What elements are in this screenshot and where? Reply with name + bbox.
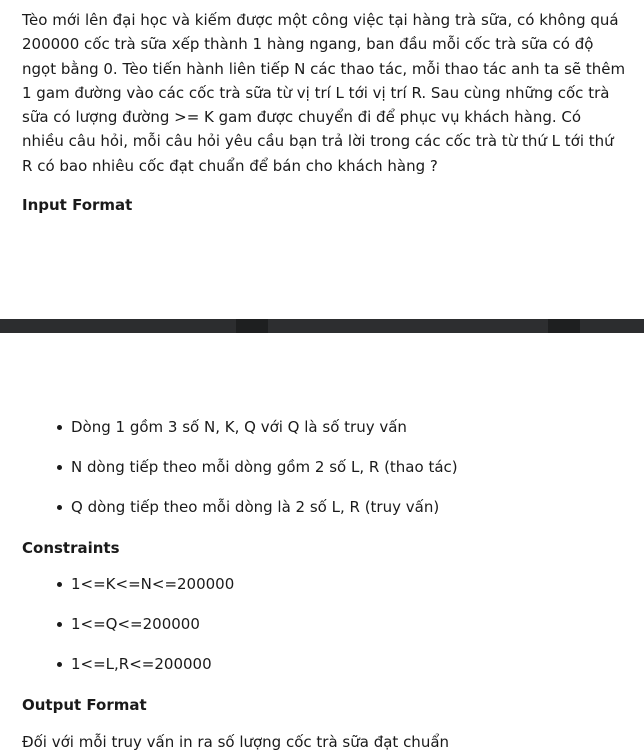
output-format-text: Đối với mỗi truy vấn in ra số lượng cốc … [22, 733, 450, 751]
screenshot-seam-divider [0, 319, 644, 333]
list-item: Q dòng tiếp theo mỗi dòng là 2 số L, R (… [57, 497, 458, 517]
list-item: Dòng 1 gồm 3 số N, K, Q với Q là số truy… [57, 417, 458, 437]
bullet-icon [57, 425, 62, 430]
list-item: 1<=L,R<=200000 [57, 654, 234, 674]
list-item: 1<=Q<=200000 [57, 614, 234, 634]
problem-statement: Tèo mới lên đại học và kiếm được một côn… [22, 11, 626, 175]
list-item: N dòng tiếp theo mỗi dòng gồm 2 số L, R … [57, 457, 458, 477]
input-format-list: Dòng 1 gồm 3 số N, K, Q với Q là số truy… [57, 417, 458, 537]
constraints-heading: Constraints [22, 539, 120, 557]
list-item-text: 1<=L,R<=200000 [71, 655, 212, 673]
list-item: 1<=K<=N<=200000 [57, 574, 234, 594]
input-format-heading: Input Format [22, 196, 133, 214]
list-item-text: Q dòng tiếp theo mỗi dòng là 2 số L, R (… [71, 498, 440, 516]
bullet-icon [57, 505, 62, 510]
list-item-text: 1<=Q<=200000 [71, 615, 200, 633]
list-item-text: 1<=K<=N<=200000 [71, 575, 235, 593]
bullet-icon [57, 465, 62, 470]
bullet-icon [57, 662, 62, 667]
output-format-heading: Output Format [22, 696, 147, 714]
list-item-text: Dòng 1 gồm 3 số N, K, Q với Q là số truy… [71, 418, 407, 436]
list-item-text: N dòng tiếp theo mỗi dòng gồm 2 số L, R … [71, 458, 458, 476]
bullet-icon [57, 622, 62, 627]
bullet-icon [57, 582, 62, 587]
constraints-list: 1<=K<=N<=200000 1<=Q<=200000 1<=L,R<=200… [57, 574, 234, 694]
